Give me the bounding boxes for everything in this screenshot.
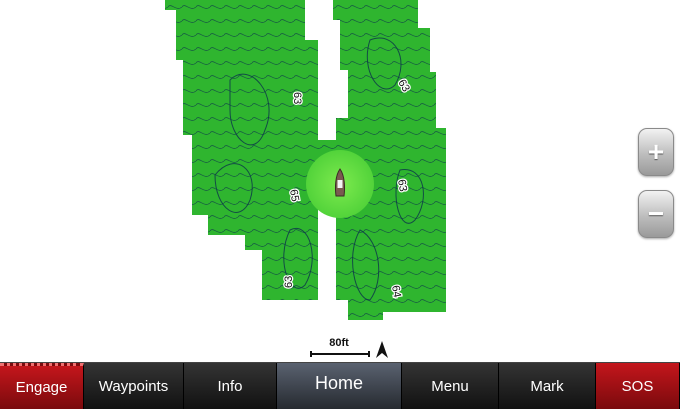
depth-label: 65 — [287, 188, 301, 202]
zoom-out-button[interactable]: − — [638, 190, 674, 238]
north-arrow-icon — [376, 341, 388, 358]
depth-map[interactable]: 63 63 65 63 63 64 — [0, 0, 680, 362]
scale-label: 80ft — [329, 337, 349, 349]
info-button[interactable]: Info — [184, 363, 277, 409]
engage-button[interactable]: Engage — [0, 363, 84, 409]
survey-area-left-contours — [165, 0, 336, 300]
scale-bar — [310, 351, 370, 357]
menu-button[interactable]: Menu — [402, 363, 499, 409]
scale-indicator: 80ft — [310, 337, 370, 359]
zoom-in-button[interactable]: + — [638, 128, 674, 176]
mark-button[interactable]: Mark — [499, 363, 596, 409]
waypoints-button[interactable]: Waypoints — [84, 363, 184, 409]
contour-chart: 63 63 65 63 63 64 — [165, 0, 446, 320]
depth-label: 63 — [283, 276, 295, 288]
home-button[interactable]: Home — [277, 363, 402, 409]
depth-label: 63 — [395, 178, 409, 192]
depth-label: 64 — [389, 284, 403, 298]
bottom-toolbar: Engage Waypoints Info Home Menu Mark SOS — [0, 362, 680, 409]
sos-button[interactable]: SOS — [596, 363, 680, 409]
depth-label: 63 — [291, 92, 303, 104]
